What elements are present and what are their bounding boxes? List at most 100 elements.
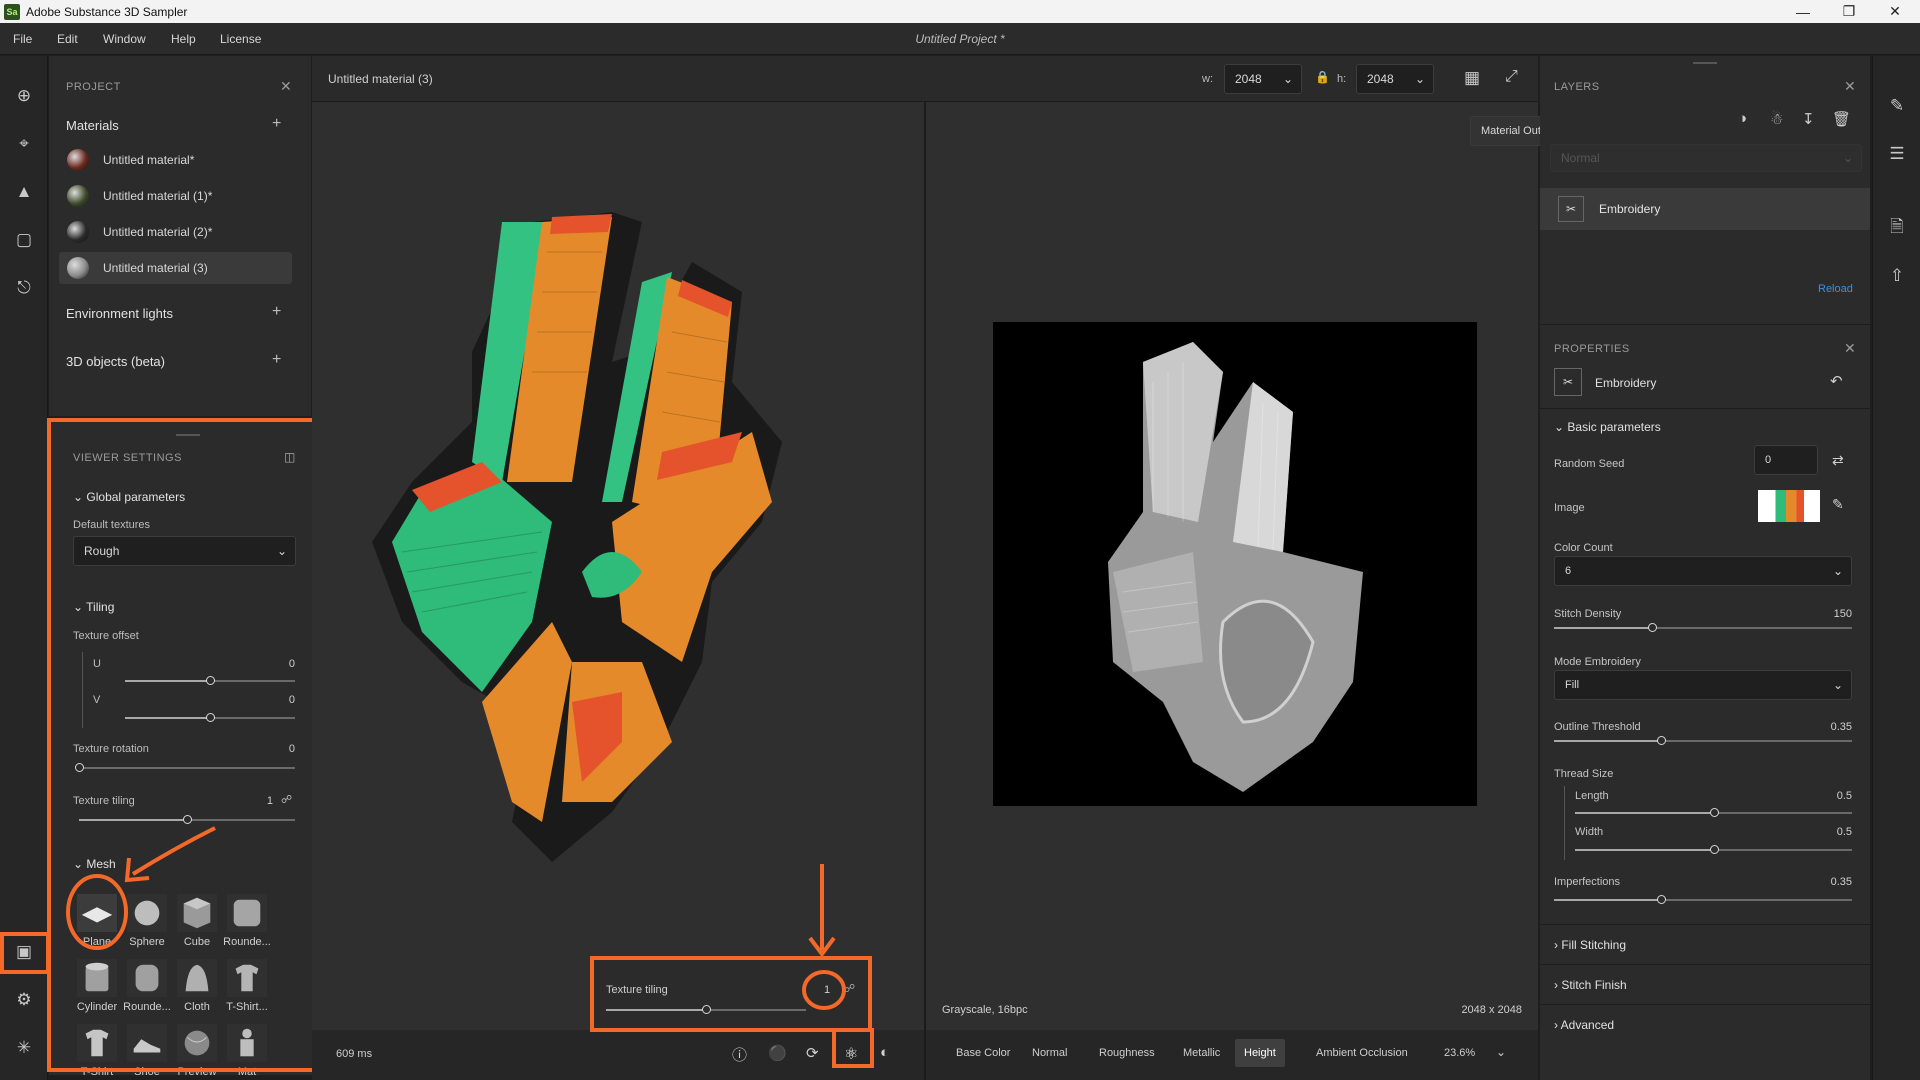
- material-item[interactable]: Untitled material (2)*: [59, 216, 292, 248]
- width-slider[interactable]: [1575, 844, 1852, 856]
- perspective-icon[interactable]: ▲: [12, 180, 36, 204]
- stamp-icon[interactable]: ⎋: [12, 276, 36, 300]
- shading-icon[interactable]: ◐: [880, 1044, 889, 1061]
- material-name: Untitled material (3): [328, 72, 433, 86]
- minimize-icon[interactable]: —: [1780, 0, 1826, 23]
- separator: [1540, 964, 1870, 965]
- menu-license[interactable]: License: [220, 32, 261, 46]
- channel-tab[interactable]: Base Color: [956, 1047, 1010, 1059]
- lock-icon[interactable]: 🔒: [1315, 70, 1330, 84]
- right-toolbar: ✎ ☰ 🗎 ⇧: [1872, 56, 1920, 1080]
- close-layers-icon[interactable]: ✕: [1844, 78, 1856, 95]
- channel-tab[interactable]: Metallic: [1183, 1047, 1220, 1059]
- layer-name: Embroidery: [1599, 202, 1661, 216]
- add-object-icon[interactable]: +: [272, 351, 281, 369]
- outline-threshold-slider[interactable]: [1554, 735, 1852, 747]
- stitch-density-value[interactable]: 150: [1800, 608, 1852, 620]
- trash-icon[interactable]: 🗑: [1832, 110, 1851, 128]
- slider-knob[interactable]: [1657, 895, 1667, 904]
- layers-header: LAYERS: [1554, 81, 1600, 93]
- window-title: Adobe Substance 3D Sampler: [26, 4, 188, 19]
- drag-handle[interactable]: [1693, 62, 1717, 64]
- camera-icon[interactable]: ⚫: [768, 1044, 787, 1062]
- material-thumb: [67, 185, 89, 207]
- slider-knob[interactable]: [1648, 623, 1658, 632]
- separator: [1540, 408, 1870, 409]
- separator: [1540, 924, 1870, 925]
- color-count-label: Color Count: [1554, 542, 1613, 554]
- crop-icon[interactable]: ⌖: [12, 132, 36, 156]
- restore-icon[interactable]: ❐: [1826, 0, 1872, 23]
- menu-window[interactable]: Window: [103, 32, 146, 46]
- brush-icon[interactable]: ✎: [1832, 496, 1844, 513]
- length-value[interactable]: 0.5: [1800, 790, 1852, 802]
- advanced-section[interactable]: › Advanced: [1554, 1018, 1614, 1032]
- mode-embroidery-dropdown[interactable]: Fill ⌄: [1554, 670, 1852, 700]
- material-item[interactable]: Untitled material (1)*: [59, 180, 292, 212]
- random-seed-input[interactable]: 0: [1754, 445, 1818, 475]
- length-label: Length: [1575, 790, 1609, 802]
- add-icon[interactable]: ⊕: [12, 84, 36, 108]
- popup-tiling-label: Texture tiling: [606, 984, 668, 996]
- image-thumbnail[interactable]: [1758, 490, 1820, 522]
- slider-knob[interactable]: [702, 1005, 711, 1014]
- expand-icon[interactable]: ⤢: [1505, 68, 1518, 86]
- menu-edit[interactable]: Edit: [57, 32, 78, 46]
- slider-knob[interactable]: [1709, 808, 1719, 817]
- close-project-icon[interactable]: ✕: [280, 78, 292, 95]
- add-filter-icon[interactable]: ☃: [1770, 110, 1783, 128]
- height-dropdown[interactable]: 2048 ⌄: [1356, 64, 1434, 94]
- imperfections-slider[interactable]: [1554, 894, 1852, 906]
- reset-icon[interactable]: ↶: [1830, 372, 1843, 390]
- share-icon[interactable]: ⇧: [1885, 264, 1909, 288]
- popup-tiling-slider[interactable]: [606, 1004, 806, 1016]
- annotation-arrow-svg: [66, 826, 216, 950]
- no-tiling-icon[interactable]: ▦: [1464, 68, 1480, 88]
- material-label: Untitled material (2)*: [103, 225, 213, 239]
- document-icon[interactable]: 🗎: [1885, 216, 1909, 240]
- channel-tab[interactable]: Normal: [1032, 1047, 1067, 1059]
- material-item-selected[interactable]: Untitled material (3): [59, 252, 292, 284]
- menu-help[interactable]: Help: [171, 32, 196, 46]
- mask-icon[interactable]: ◑: [1738, 110, 1747, 127]
- adjustments-icon[interactable]: ☰: [1885, 142, 1909, 166]
- annotation-popup-svg: [802, 864, 846, 1010]
- brush-tool-icon[interactable]: ✎: [1885, 94, 1909, 118]
- outline-threshold-value[interactable]: 0.35: [1800, 721, 1852, 733]
- imperfections-value[interactable]: 0.35: [1800, 876, 1852, 888]
- stitch-density-slider[interactable]: [1554, 622, 1852, 634]
- channel-tab[interactable]: Ambient Occlusion: [1316, 1047, 1408, 1059]
- channel-tab[interactable]: Height: [1235, 1039, 1285, 1067]
- reload-link[interactable]: Reload: [1818, 283, 1853, 295]
- add-environment-icon[interactable]: +: [272, 303, 281, 321]
- nodes-icon[interactable]: ✳: [12, 1036, 36, 1060]
- viewport-2d[interactable]: Material Outputs⌄ Grayscale, 16bpc 2048 …: [926, 102, 1592, 1042]
- export-icon[interactable]: ↧: [1802, 110, 1815, 128]
- menu-file[interactable]: File: [13, 32, 32, 46]
- shuffle-icon[interactable]: ⇄: [1832, 452, 1844, 469]
- thread-group-line: [1564, 786, 1565, 860]
- fill-stitching-section[interactable]: › Fill Stitching: [1554, 938, 1626, 952]
- zoom-value[interactable]: 23.6%: [1444, 1047, 1475, 1059]
- color-count-dropdown[interactable]: 6 ⌄: [1554, 556, 1852, 586]
- close-icon[interactable]: ✕: [1872, 0, 1918, 23]
- zoom-chevron-icon[interactable]: ⌄: [1496, 1045, 1506, 1059]
- stitch-finish-section[interactable]: › Stitch Finish: [1554, 978, 1627, 992]
- material-thumb: [67, 149, 89, 171]
- slider-knob[interactable]: [1657, 736, 1667, 745]
- close-properties-icon[interactable]: ✕: [1844, 340, 1856, 357]
- width-dropdown[interactable]: 2048 ⌄: [1224, 64, 1302, 94]
- slider-knob[interactable]: [1709, 845, 1719, 854]
- transform-icon[interactable]: ▢: [12, 228, 36, 252]
- basic-parameters-title[interactable]: ⌄ Basic parameters: [1554, 420, 1661, 434]
- width-value[interactable]: 0.5: [1800, 826, 1852, 838]
- channel-tab[interactable]: Roughness: [1099, 1047, 1155, 1059]
- environment-icon[interactable]: ⚙: [12, 988, 36, 1012]
- info-icon[interactable]: ⓘ: [732, 1044, 747, 1065]
- blend-mode-dropdown[interactable]: Normal ⌄: [1550, 144, 1862, 172]
- material-item[interactable]: Untitled material*: [59, 144, 292, 176]
- rotate-light-icon[interactable]: ⟳: [806, 1044, 819, 1062]
- layer-row-embroidery[interactable]: ✂ Embroidery: [1540, 188, 1870, 230]
- add-material-icon[interactable]: +: [272, 115, 281, 133]
- length-slider[interactable]: [1575, 807, 1852, 819]
